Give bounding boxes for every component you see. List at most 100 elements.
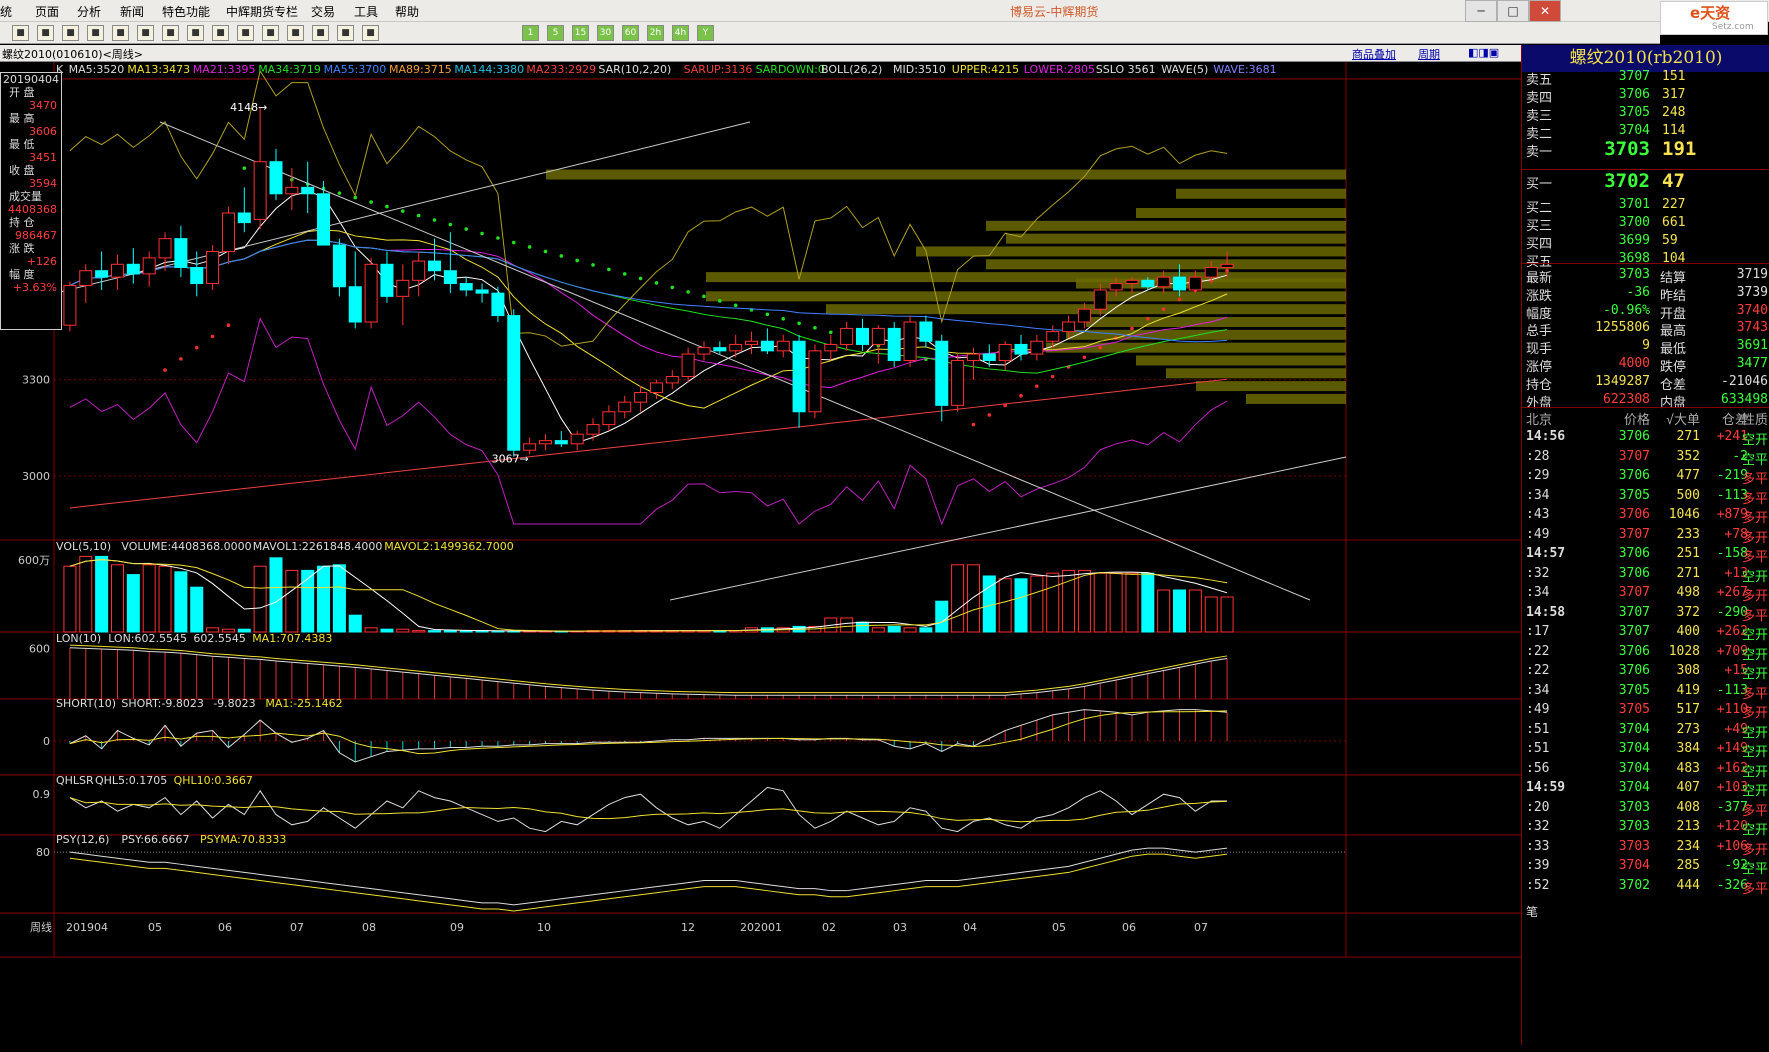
- menu-item-7[interactable]: 工具: [354, 3, 378, 20]
- info-value: 3606: [29, 125, 57, 138]
- zoom-icon[interactable]: ■: [87, 25, 104, 41]
- tick-header-time: 北京: [1526, 413, 1553, 428]
- tick-volume: 233: [1676, 526, 1700, 542]
- volume-bar: [396, 628, 410, 633]
- maximize-button[interactable]: □: [1497, 0, 1529, 22]
- volume-bar: [348, 614, 362, 633]
- x-axis-label: 06: [1122, 921, 1136, 934]
- chart-icon[interactable]: ■: [62, 25, 79, 41]
- tick-volume: 372: [1676, 604, 1700, 620]
- menu-item-8[interactable]: 帮助: [395, 3, 419, 20]
- menu-item-6[interactable]: 交易: [311, 3, 335, 20]
- volume-bar: [491, 630, 505, 633]
- candle-body: [982, 353, 996, 361]
- short-line: [69, 709, 1228, 763]
- info-label: 成交量: [9, 190, 42, 203]
- window-icon[interactable]: ■: [212, 25, 229, 41]
- main-indicator-label: MA233:2929: [526, 63, 596, 76]
- order-book-row: 卖三 3705 248: [1522, 103, 1769, 124]
- day-icon[interactable]: ■: [262, 25, 279, 41]
- tick-row: :22 3706 1028 +709 空开: [1522, 642, 1769, 663]
- volume-bar: [919, 627, 933, 633]
- volume-bar: [855, 621, 869, 633]
- candle-body: [301, 186, 315, 195]
- stat-value: 3719: [1736, 267, 1768, 282]
- funnel-icon[interactable]: ■: [162, 25, 179, 41]
- overlay-link[interactable]: 商品叠加: [1352, 46, 1396, 62]
- tick-nature: 空平: [1742, 452, 1769, 468]
- copy-icon[interactable]: ■: [137, 25, 154, 41]
- menu-item-4[interactable]: 特色功能: [162, 3, 210, 20]
- tick-time: :33: [1526, 838, 1550, 854]
- tick-price: 3704: [1618, 780, 1650, 795]
- menu-item-3[interactable]: 新闻: [120, 3, 144, 20]
- candle-body: [570, 433, 584, 445]
- period-link[interactable]: 周期: [1418, 46, 1440, 62]
- tick-header: 北京 价格 √大单 仓差 性质: [1522, 407, 1769, 428]
- main-indicator-label: MA5:3520: [69, 63, 125, 76]
- period-button-60[interactable]: 60: [622, 25, 639, 41]
- period-button-30[interactable]: 30: [597, 25, 614, 41]
- window-nav-icons[interactable]: ◧◨▣: [1468, 46, 1499, 59]
- period-button-2h[interactable]: 2h: [647, 25, 664, 41]
- sar-dot: [480, 231, 484, 236]
- menu-item-0[interactable]: 统: [0, 3, 12, 20]
- close-button[interactable]: ✕: [1529, 0, 1561, 22]
- volume-bar: [1109, 572, 1123, 633]
- sar-dot: [527, 245, 532, 249]
- x-axis-label: 05: [1052, 921, 1066, 934]
- tick-volume: 271: [1676, 429, 1700, 444]
- tick-nature: 多平: [1742, 550, 1769, 565]
- order-book-price: 3701: [1618, 197, 1650, 212]
- lon-indicator-label: LON(10): [56, 632, 101, 645]
- menu-item-1[interactable]: 页面: [35, 3, 59, 20]
- sar-dot: [718, 299, 722, 303]
- sar-dot: [813, 325, 817, 330]
- tick-row: :29 3706 477 -219 多平: [1522, 466, 1769, 487]
- home-icon[interactable]: ■: [12, 25, 29, 41]
- order-book-row: 买四 3699 59: [1522, 231, 1769, 252]
- tick-time: :22: [1526, 663, 1550, 678]
- volume-profile-bar: [986, 220, 1346, 231]
- minimize-button[interactable]: ─: [1465, 0, 1497, 22]
- menu-item-5[interactable]: 中辉期货专栏: [226, 3, 298, 20]
- tick-nature: 多平: [1742, 491, 1769, 507]
- tick-oi-change: +13: [1724, 565, 1748, 581]
- order-book-price: 3702: [1604, 170, 1650, 192]
- tick-price: 3706: [1618, 546, 1650, 561]
- candle-body: [364, 263, 378, 323]
- period-button-15[interactable]: 15: [572, 25, 589, 41]
- main-indicator-label: WAVE(5): [1161, 63, 1208, 76]
- tick-volume: 308: [1676, 663, 1700, 678]
- tick-volume: 419: [1676, 682, 1700, 698]
- back-icon[interactable]: ■: [37, 25, 54, 41]
- candle-body: [190, 267, 204, 285]
- period-button-4h[interactable]: 4h: [672, 25, 689, 41]
- search-icon[interactable]: ■: [112, 25, 129, 41]
- volume-bar: [1204, 596, 1218, 633]
- info-panel: 20190404 开 盘 3470 最 高 3606 最 低 3451 收 盘 3594 成交量…: [0, 72, 62, 330]
- season-icon[interactable]: ■: [337, 25, 354, 41]
- tick-volume: 285: [1676, 858, 1700, 873]
- period-button-1[interactable]: 1: [522, 25, 539, 41]
- qhlsr-indicator-label: QHL10:0.3667: [174, 774, 253, 787]
- candle-body: [269, 161, 283, 195]
- volume-bar: [63, 565, 77, 633]
- period-button-5[interactable]: 5: [547, 25, 564, 41]
- tick-time: :28: [1526, 448, 1550, 464]
- week-icon[interactable]: ■: [287, 25, 304, 41]
- tick-footer-tab[interactable]: 笔: [1526, 903, 1538, 920]
- info-value: 3594: [29, 177, 57, 190]
- tick-icon[interactable]: ■: [237, 25, 254, 41]
- month-icon[interactable]: ■: [312, 25, 329, 41]
- tick-volume: 352: [1676, 448, 1700, 464]
- menu-item-2[interactable]: 分析: [77, 3, 101, 20]
- candle-body: [951, 359, 965, 406]
- candle-body: [396, 279, 410, 297]
- x-icon[interactable]: ■: [362, 25, 379, 41]
- logo-sub: Setz.com: [1712, 22, 1754, 32]
- volume-bar: [332, 564, 346, 633]
- period-button-Y[interactable]: Y: [697, 25, 714, 41]
- tick-volume: 234: [1676, 838, 1700, 854]
- wave-icon[interactable]: ■: [187, 25, 204, 41]
